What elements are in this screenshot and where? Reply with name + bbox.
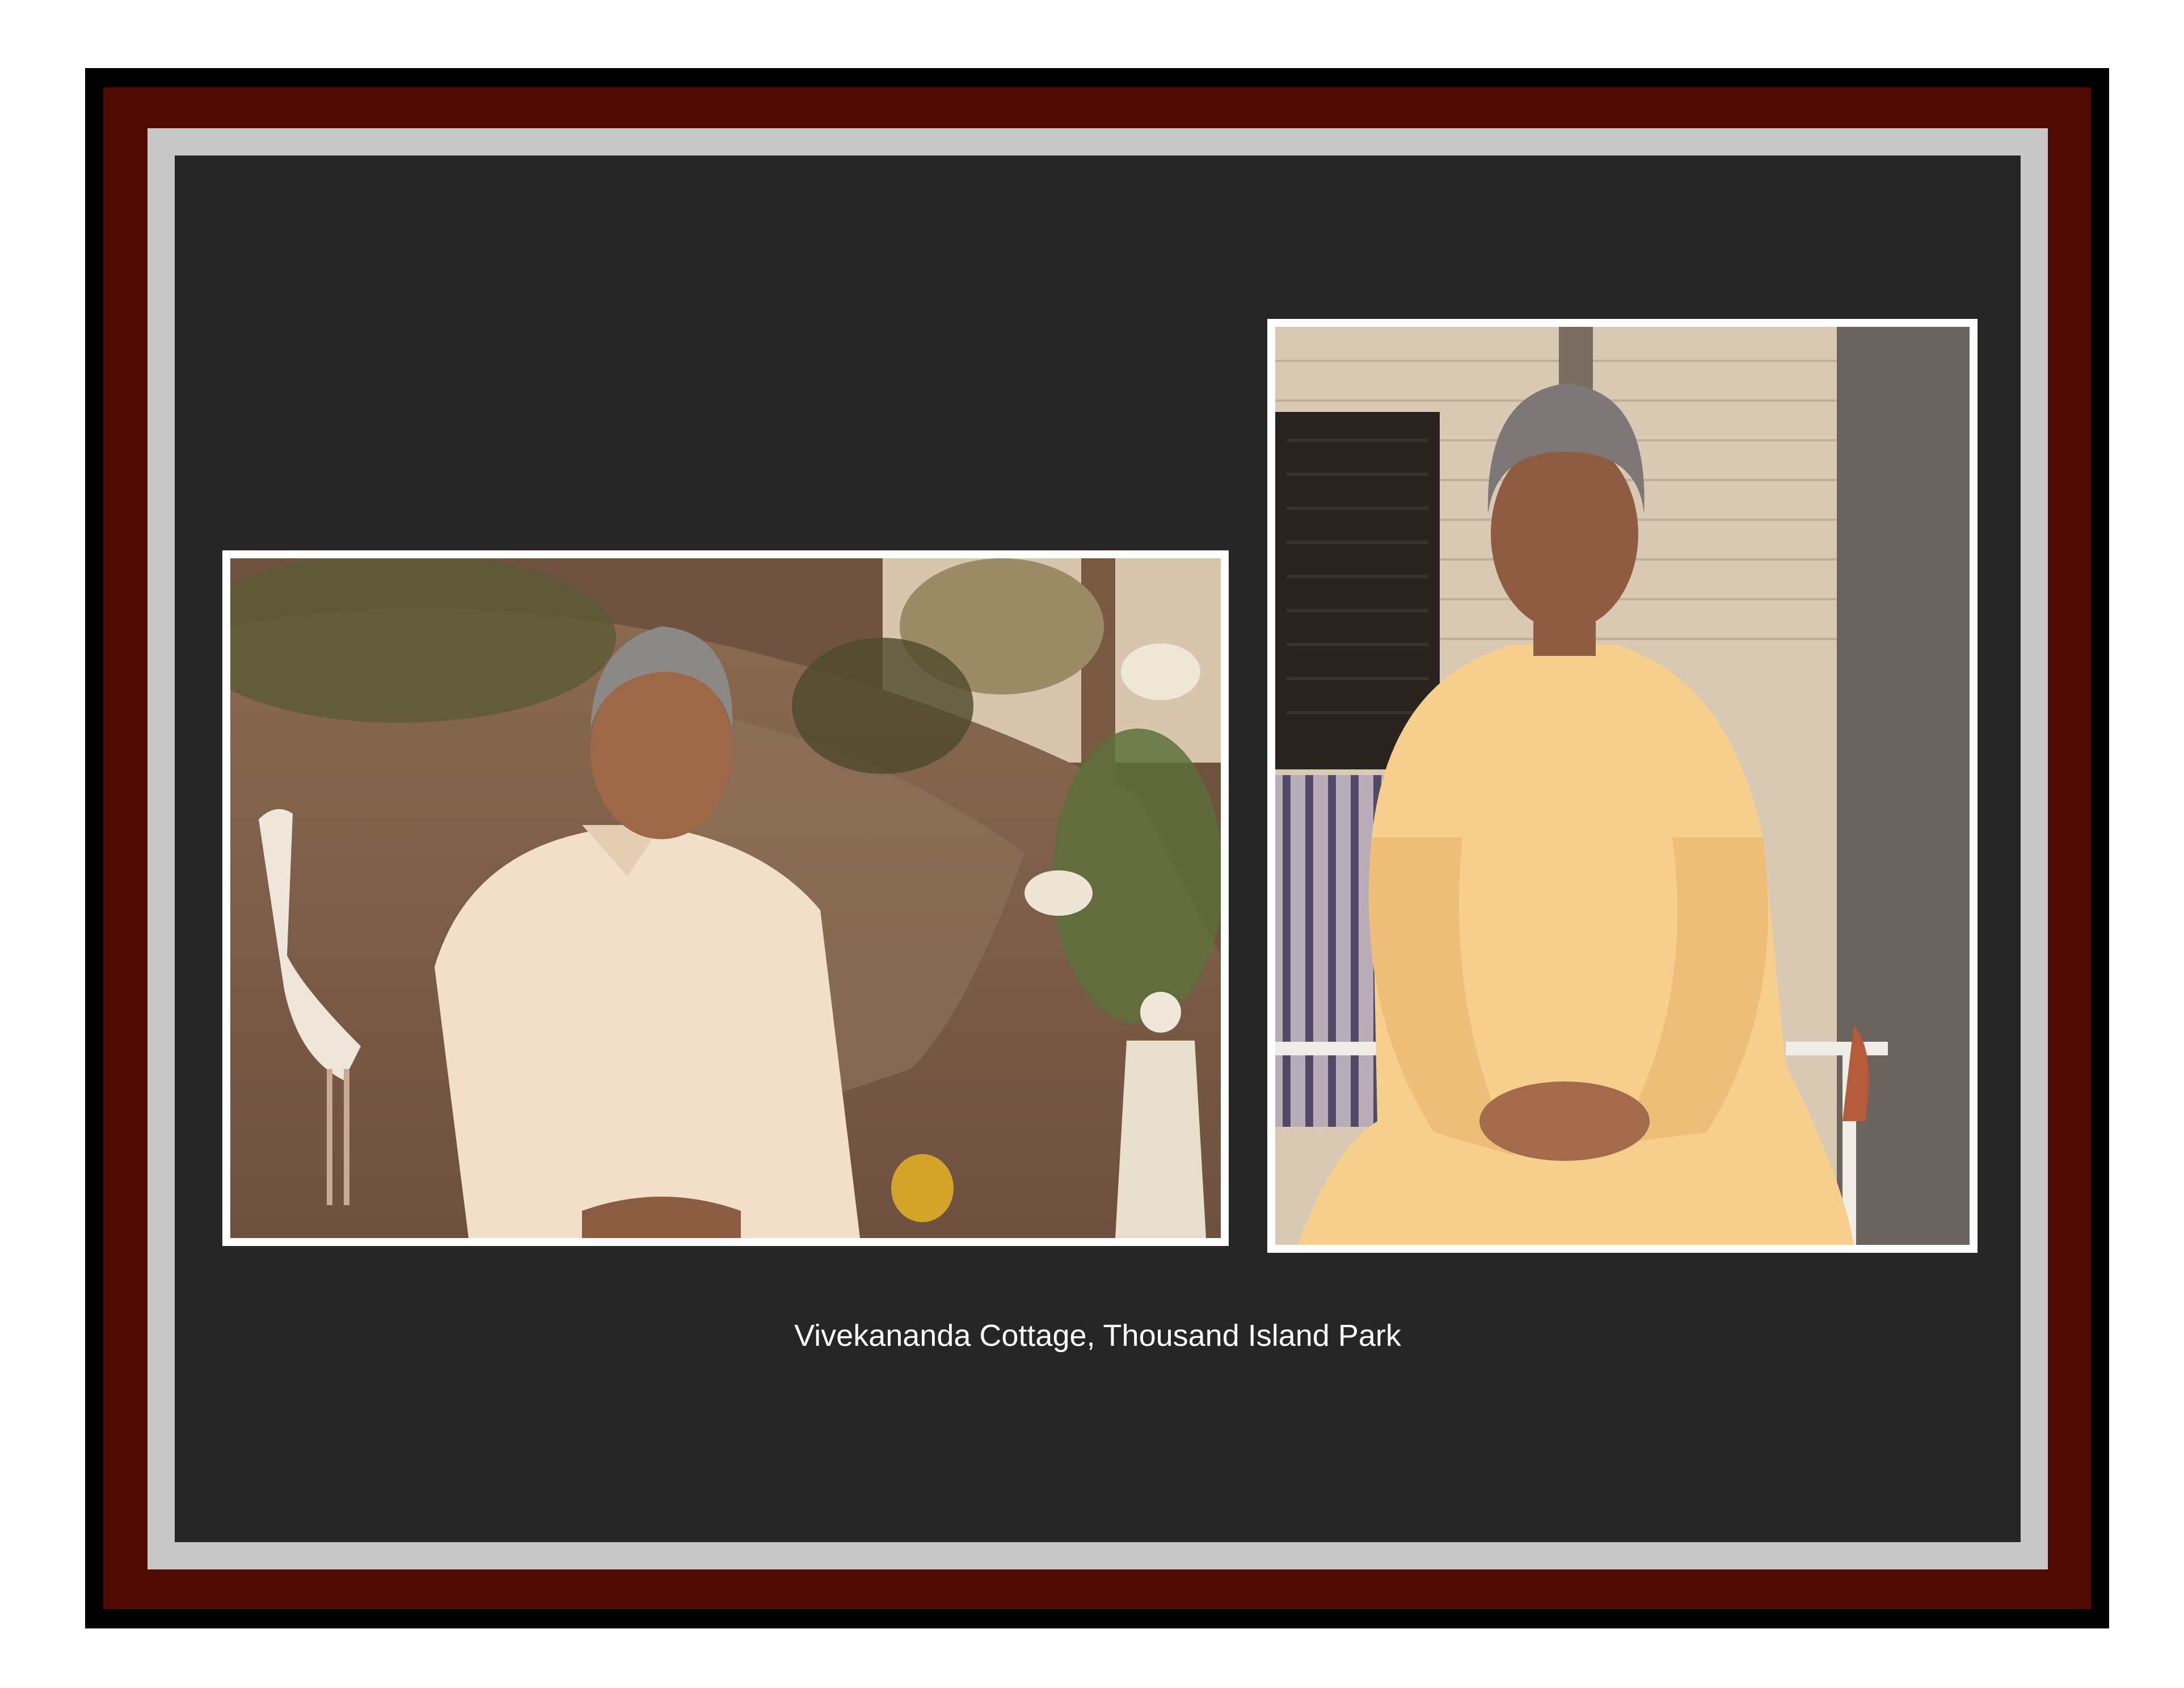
caption: Vivekananda Cottage, Thousand Island Par…: [794, 1319, 1401, 1353]
photo-porch-image: [1275, 327, 1970, 1245]
photo-porch-frame: [1267, 319, 1978, 1253]
photo-garden-image: [230, 558, 1221, 1238]
photo-porch: [1275, 327, 1970, 1245]
photo-garden: [230, 558, 1221, 1238]
photo-garden-frame: [222, 550, 1229, 1246]
